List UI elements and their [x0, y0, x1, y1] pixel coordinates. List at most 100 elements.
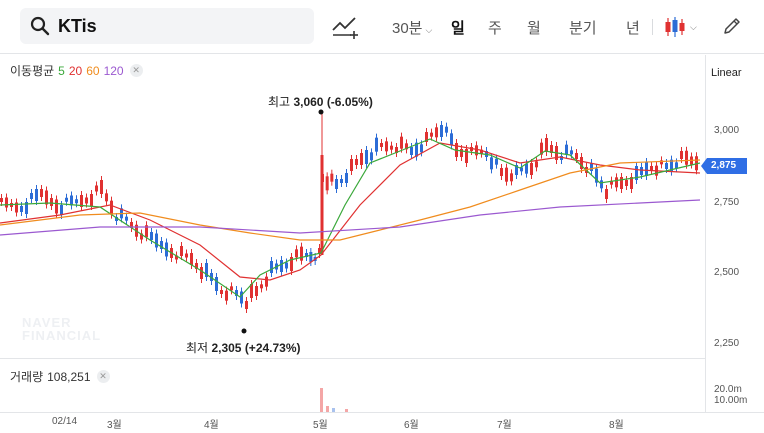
candle-body [505, 167, 508, 182]
candle-body [180, 246, 183, 256]
candle-body [370, 152, 373, 161]
chevron-down-icon: ⌵ [690, 21, 697, 32]
candle-body [85, 197, 88, 204]
candle-body [30, 193, 33, 199]
candle-body [530, 163, 533, 175]
candle-body [645, 162, 648, 176]
price-tick: 2,750 [714, 197, 740, 208]
naver-financial-watermark: NAVER FINANCIAL [22, 316, 101, 342]
candle-body [350, 159, 353, 171]
candle-body [650, 166, 653, 170]
volume-label: 거래량 [10, 370, 44, 384]
candle-body [125, 216, 128, 221]
candle-body [245, 301, 248, 309]
candle-body [105, 193, 108, 202]
candle-body [400, 136, 403, 149]
timeframe-month[interactable]: 월 [527, 17, 541, 38]
current-price-tag: 2,875 [701, 158, 747, 174]
date-axis-line [0, 412, 764, 413]
date-tick: 6월 [404, 420, 419, 431]
candle-body [340, 179, 343, 183]
candle-body [360, 153, 363, 165]
remove-volume-close-icon[interactable]: ✕ [96, 370, 110, 383]
timeframe-year[interactable]: 년 [626, 17, 640, 38]
candle-body [90, 194, 93, 206]
volume-value: 108,251 [47, 369, 91, 384]
chart-type-dropdown[interactable]: ⌵ [663, 15, 703, 39]
candle-body [265, 276, 268, 287]
candle-body [200, 267, 203, 279]
volume-legend[interactable]: 거래량 108,251 ✕ [10, 368, 110, 385]
candle-body [625, 180, 628, 186]
remove-ma-close-icon[interactable]: ✕ [129, 64, 143, 77]
ma-period-120: 120 [103, 63, 124, 78]
ma-period-60: 60 [86, 63, 100, 78]
candle-body [20, 206, 23, 212]
candle-body [430, 132, 433, 137]
candle-body [45, 190, 48, 205]
date-tick: 02/14 [52, 416, 78, 427]
candle-body [565, 144, 568, 155]
scale-mode-toggle[interactable]: Linear [711, 67, 742, 79]
candle-body [75, 199, 78, 204]
candle-body [0, 198, 3, 202]
candle-body [605, 189, 608, 199]
chevron-down-icon: ⌵ [425, 25, 433, 35]
candle-body [545, 138, 548, 152]
watermark-line-2: FINANCIAL [22, 328, 102, 343]
volume-pane-divider[interactable] [0, 358, 705, 359]
candle-body [40, 189, 43, 197]
candle-body [570, 150, 573, 155]
pencil-icon[interactable] [722, 16, 742, 36]
candle-body [590, 163, 593, 171]
candle-body [65, 197, 68, 202]
candle-body [620, 177, 623, 189]
candle-body [575, 153, 578, 159]
candle-body [270, 261, 273, 273]
search-query[interactable]: KTis [58, 16, 97, 37]
candle-body [35, 189, 38, 201]
candle-body [190, 253, 193, 265]
date-tick: 7월 [497, 420, 512, 431]
candle-body [220, 290, 223, 294]
candle-body [255, 286, 258, 296]
timeframe-week[interactable]: 주 [488, 17, 502, 38]
volume-bar [320, 388, 323, 412]
candle-body [60, 205, 63, 215]
candle-body [685, 150, 688, 165]
candle-body [355, 159, 358, 165]
search-icon[interactable] [30, 16, 50, 36]
candle-body [600, 180, 603, 189]
candle-body [525, 163, 528, 174]
candle-body [285, 262, 288, 269]
low-value: 2,305 [211, 341, 242, 355]
date-tick: 3월 [107, 420, 122, 431]
price-axis-line [705, 55, 706, 412]
candle-body [500, 168, 503, 176]
candle-body [435, 127, 438, 138]
timeframe-30min[interactable]: 30분 ⌵ [392, 17, 432, 38]
candle-body [325, 176, 329, 191]
candle-body [535, 161, 538, 168]
drawing-trendline-icon[interactable] [331, 14, 359, 40]
high-price-annotation: 최고 3,060 (-6.05%) [268, 93, 373, 110]
chart-toolbar: KTis 30분 ⌵ 일 주 월 분기 년 ⌵ [0, 0, 764, 54]
low-marker-dot [241, 328, 247, 334]
date-tick: 4월 [204, 420, 219, 431]
candle-body [155, 233, 158, 248]
candle-body [225, 290, 228, 301]
date-tick: 8월 [609, 420, 624, 431]
candle-body [335, 179, 338, 189]
timeframe-quarter[interactable]: 분기 [569, 17, 597, 38]
candle-body [440, 125, 443, 137]
candle-body [185, 253, 188, 258]
candle-body [309, 252, 313, 262]
candle-body [215, 277, 218, 291]
moving-average-legend[interactable]: 이동평균 5 20 60 120 ✕ [10, 62, 143, 79]
timeframe-day[interactable]: 일 [451, 17, 465, 38]
candle-body [510, 173, 513, 182]
price-tick: 3,000 [714, 125, 740, 136]
ma-period-20: 20 [68, 63, 83, 78]
stock-search-box[interactable]: KTis [20, 8, 314, 44]
candle-body [495, 158, 498, 165]
